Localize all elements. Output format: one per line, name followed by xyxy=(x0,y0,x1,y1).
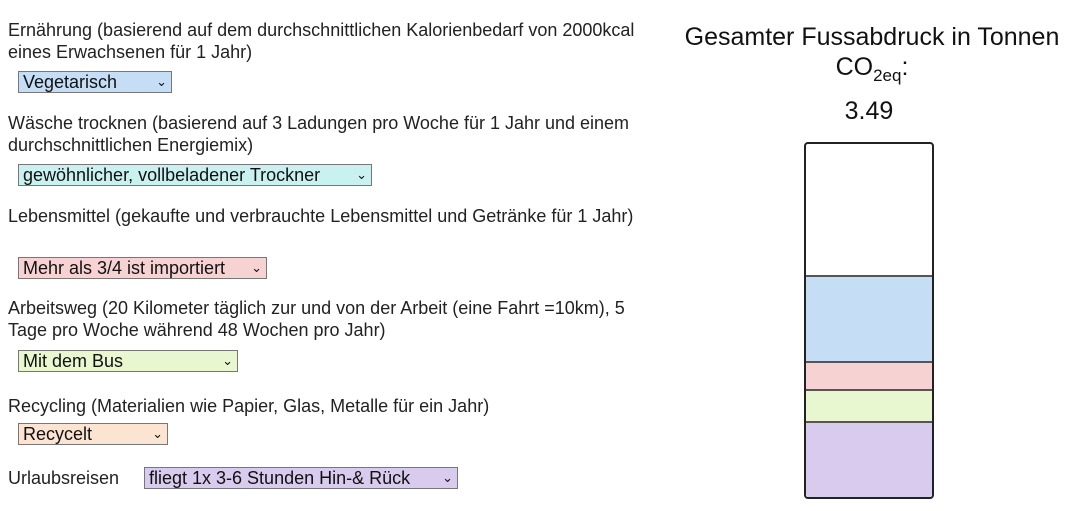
bar-segment-ernährung xyxy=(806,275,932,361)
select-value: Mit dem Bus xyxy=(23,351,124,371)
bar-segment-urlaubsreisen xyxy=(806,421,932,497)
select-waesche[interactable]: gewöhnlicher, vollbeladener Trockner ⌄ xyxy=(18,164,372,186)
field-label-waesche: Wäsche trocknen (basierend auf 3 Ladunge… xyxy=(8,113,630,155)
footprint-title: Gesamter Fussabdruck in Tonnen CO2eq: xyxy=(672,22,1072,91)
select-value: gewöhnlicher, vollbeladener Trockner xyxy=(23,165,321,185)
chevron-down-icon: ⌄ xyxy=(152,426,163,441)
select-value: Vegetarisch xyxy=(23,72,118,92)
select-value: Mehr als 3/4 ist importiert xyxy=(23,258,226,278)
select-value: Recycelt xyxy=(23,424,93,444)
footprint-total: 3.49 xyxy=(844,97,894,125)
field-label-ernaehrung: Ernährung (basierend auf dem durchschnit… xyxy=(8,20,635,62)
field-label-urlaubsreisen: Urlaubsreisen xyxy=(8,468,120,488)
bar-segment-arbeitsweg xyxy=(806,389,932,421)
chevron-down-icon: ⌄ xyxy=(356,167,367,182)
select-urlaubsreisen[interactable]: fliegt 1x 3-6 Stunden Hin-& Rück ⌄ xyxy=(144,467,458,489)
co2-unit: CO2eq: xyxy=(835,53,909,85)
field-label-arbeitsweg: Arbeitsweg (20 Kilometer täglich zur und… xyxy=(8,298,625,340)
footprint-title-text: Gesamter Fussabdruck in Tonnen xyxy=(684,23,1060,51)
select-value: fliegt 1x 3-6 Stunden Hin-& Rück xyxy=(149,468,411,488)
chevron-down-icon: ⌄ xyxy=(442,470,453,485)
field-label-recycling: Recycling (Materialien wie Papier, Glas,… xyxy=(8,396,490,416)
chevron-down-icon: ⌄ xyxy=(156,74,167,89)
chevron-down-icon: ⌄ xyxy=(251,260,262,275)
footprint-stacked-bar xyxy=(804,142,934,499)
select-arbeitsweg[interactable]: Mit dem Bus ⌄ xyxy=(18,350,238,372)
field-label-lebensmittel: Lebensmittel (gekaufte und verbrauchte L… xyxy=(8,206,634,226)
bar-segment-lebensmittel xyxy=(806,361,932,389)
chevron-down-icon: ⌄ xyxy=(222,353,233,368)
select-lebensmittel[interactable]: Mehr als 3/4 ist importiert ⌄ xyxy=(18,257,267,279)
select-recycling[interactable]: Recycelt ⌄ xyxy=(18,423,168,445)
select-ernaehrung[interactable]: Vegetarisch ⌄ xyxy=(18,71,172,93)
